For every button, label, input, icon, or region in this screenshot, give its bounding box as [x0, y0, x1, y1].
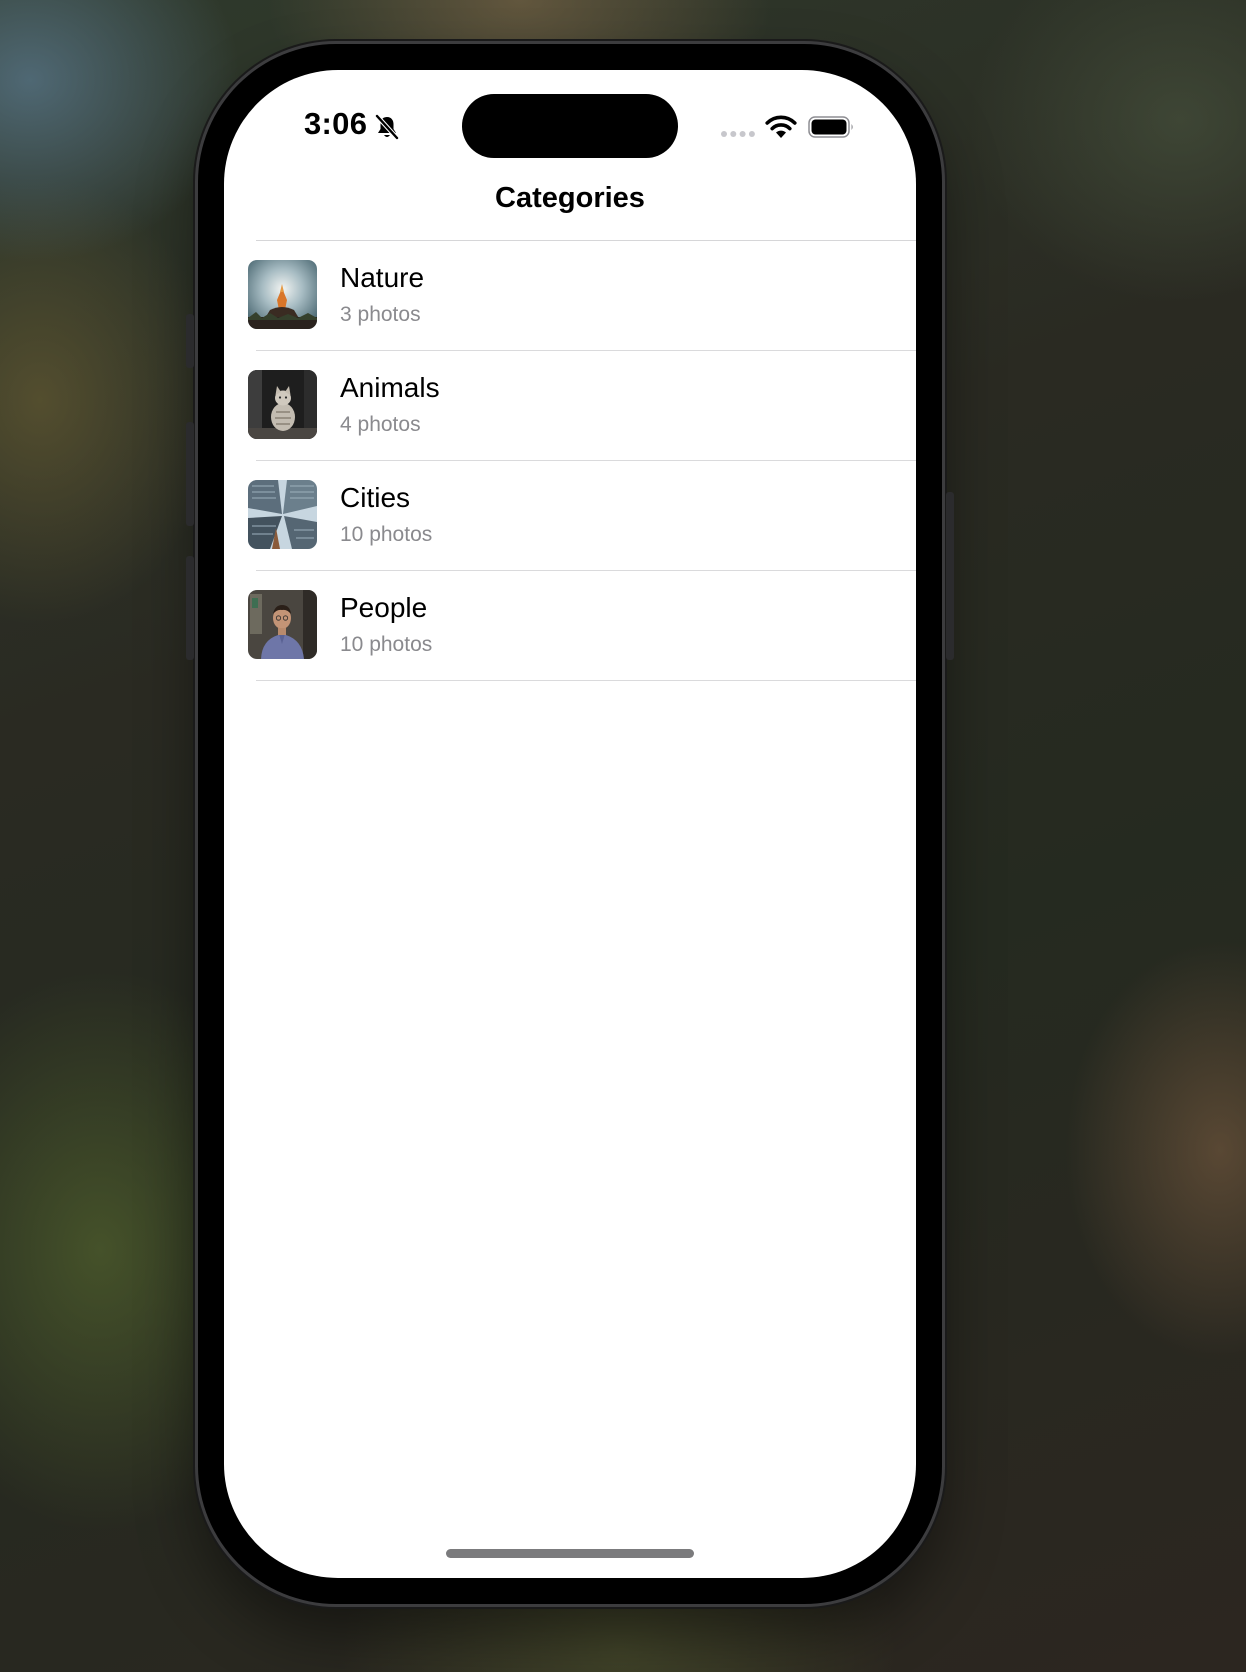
category-title: People	[340, 592, 428, 623]
dynamic-island	[462, 94, 678, 158]
status-bar: 3:06	[224, 70, 916, 180]
action-button	[186, 314, 194, 368]
page-title: Categories	[495, 182, 645, 214]
category-photo-count: 4 photos	[340, 413, 421, 436]
category-title: Nature	[340, 262, 425, 293]
skyscrapers-thumbnail	[248, 480, 317, 549]
cellular-signal-icon	[721, 131, 755, 137]
volume-up-button	[186, 422, 194, 526]
volume-down-button	[186, 556, 194, 660]
category-photo-count: 10 photos	[340, 633, 433, 656]
home-indicator[interactable]	[446, 1549, 694, 1558]
list-item-nature[interactable]: Nature 3 photos	[224, 241, 916, 351]
category-photo-count: 10 photos	[340, 523, 433, 546]
status-time: 3:06	[304, 106, 368, 141]
cat-thumbnail	[248, 370, 317, 439]
category-title: Animals	[340, 372, 440, 403]
category-list: Nature 3 photos Animals 4 photos Cities …	[224, 241, 916, 681]
list-item-animals[interactable]: Animals 4 photos	[224, 351, 916, 461]
list-item-cities[interactable]: Cities 10 photos	[224, 461, 916, 571]
person-thumbnail	[248, 590, 317, 659]
nature-thumbnail	[248, 260, 317, 329]
screen: 3:06 Categories Nature 3 photos Animals …	[224, 70, 916, 1578]
category-photo-count: 3 photos	[340, 303, 421, 326]
row-divider	[256, 680, 916, 681]
wifi-icon	[765, 115, 797, 138]
power-button	[946, 492, 954, 660]
list-item-people[interactable]: People 10 photos	[224, 571, 916, 681]
phone-frame: 3:06 Categories Nature 3 photos Animals …	[186, 44, 954, 1604]
category-title: Cities	[340, 482, 411, 513]
bell-slash-icon	[375, 114, 399, 140]
battery-icon	[808, 116, 853, 138]
